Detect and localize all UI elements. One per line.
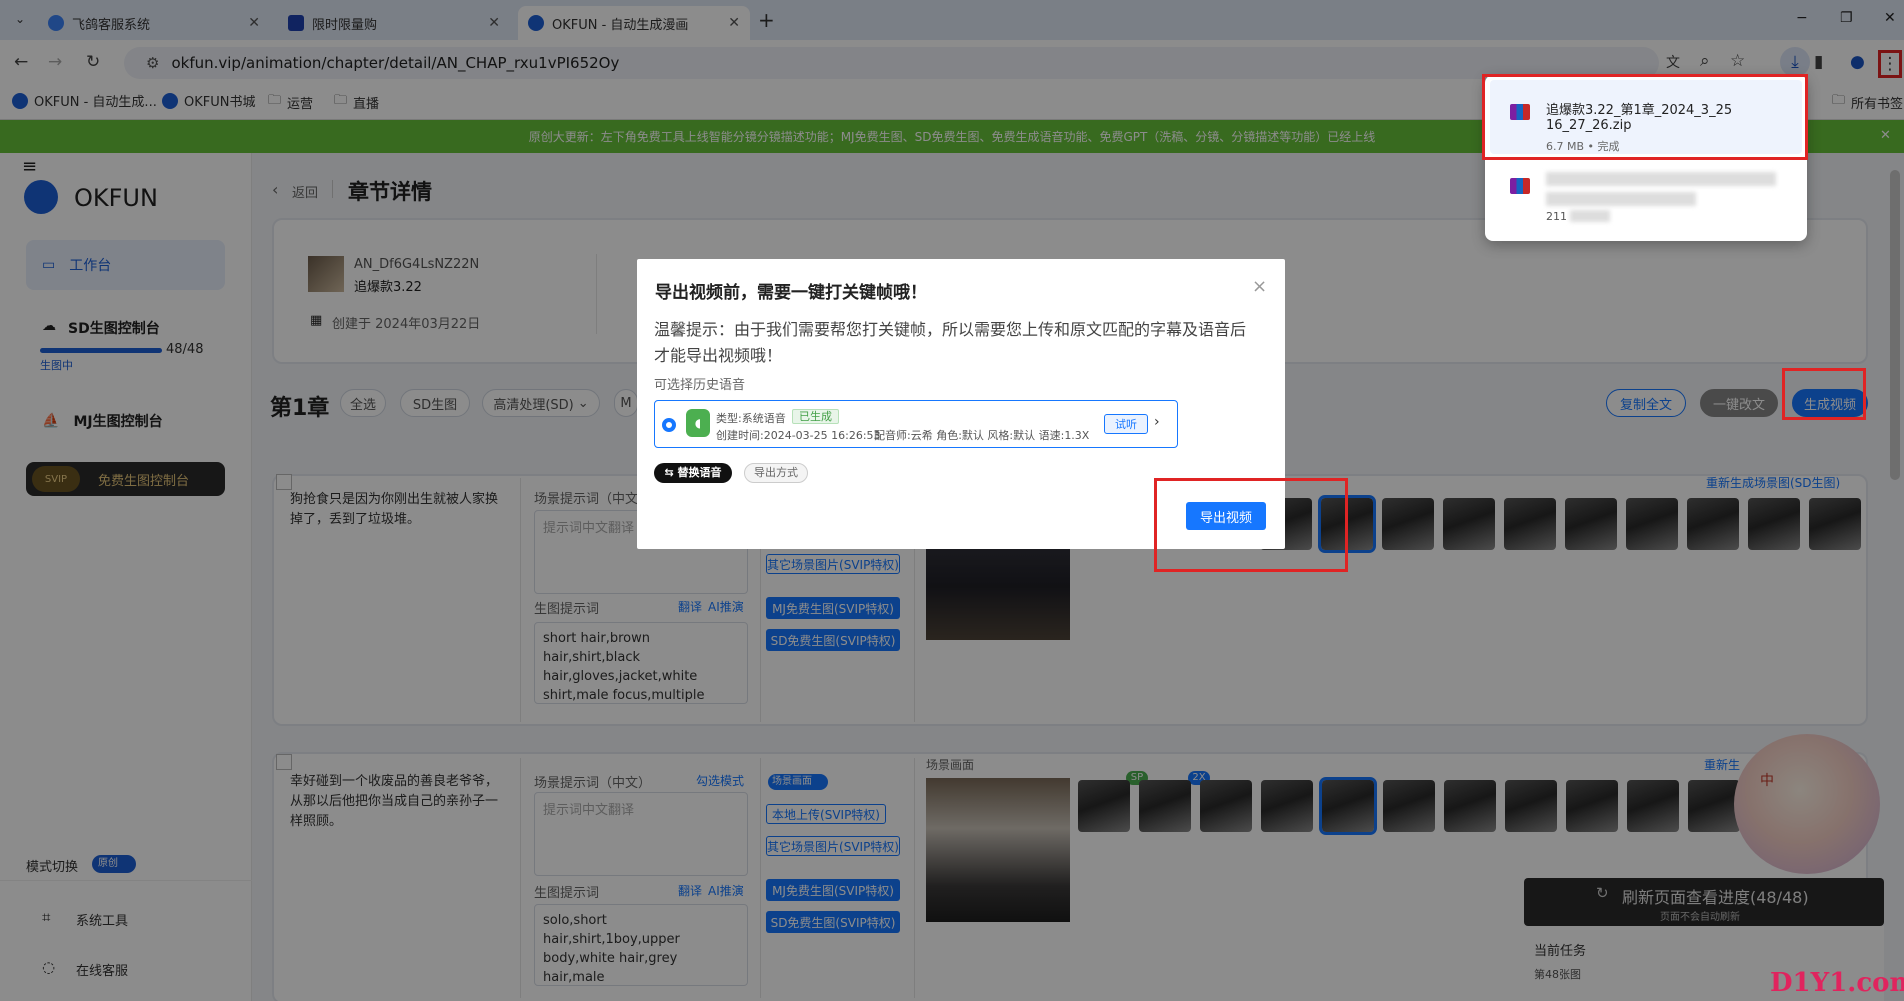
dialog-close-icon[interactable]: ×: [1252, 276, 1267, 297]
replace-voice-button[interactable]: ⇆ 替换语音: [654, 463, 732, 483]
voice-created: 创建时间:2024-03-25 16:26:53: [716, 429, 881, 442]
dialog-title: 导出视频前，需要一键打关键帧哦！: [655, 283, 927, 303]
voice-radio[interactable]: [662, 418, 676, 432]
blurred-download-name: [1546, 172, 1776, 186]
highlight-download-item: [1482, 74, 1808, 160]
history-voice-label: 可选择历史语音: [654, 378, 746, 393]
blurred-download-name: [1546, 192, 1696, 206]
highlight-generate-video: [1782, 368, 1866, 420]
watermark: D1Y1.com: [1770, 968, 1904, 998]
download-meta: 211: [1546, 210, 1567, 223]
voice-wave-icon: ◖: [686, 409, 710, 437]
voice-status-badge: 已生成: [792, 409, 839, 424]
zip-file-icon: [1510, 178, 1530, 194]
highlight-export-button: [1154, 478, 1348, 572]
dialog-tip: 温馨提示：由于我们需要帮您打关键帧，所以需要您上传和原文匹配的字幕及语音后才能导…: [654, 320, 1247, 365]
blurred-download-meta: [1570, 210, 1610, 222]
listen-button[interactable]: 试听: [1104, 414, 1148, 434]
voice-type: 类型:系统语音: [716, 412, 786, 425]
chevron-right-icon[interactable]: ›: [1154, 414, 1160, 430]
export-mode-button[interactable]: 导出方式: [744, 463, 808, 483]
voice-meta: 配音师:云希 角色:默认 风格:默认 语速:1.3X: [874, 429, 1090, 442]
